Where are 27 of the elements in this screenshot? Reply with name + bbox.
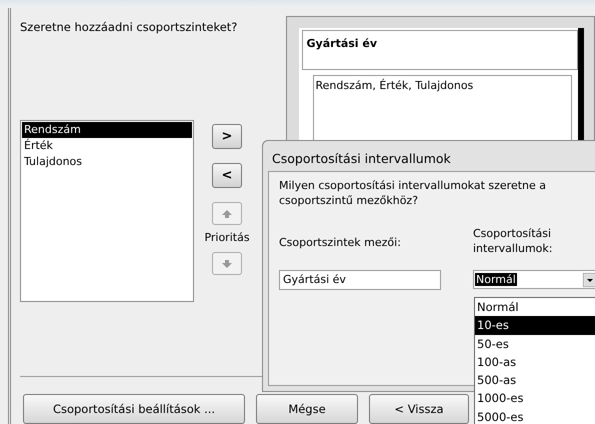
move-button[interactable]: < <box>212 163 242 188</box>
down-arrow-icon <box>222 260 232 268</box>
move-down-button[interactable] <box>212 252 242 275</box>
priority-label: Prioritás <box>204 231 250 244</box>
move-button[interactable]: > <box>212 124 242 149</box>
column-label: Csoportosítási intervallumok: <box>473 226 554 257</box>
move-up-button[interactable] <box>212 202 242 225</box>
dropdown-option[interactable]: 500-as <box>475 371 595 390</box>
column-label: Csoportszintek mezői: <box>279 236 402 251</box>
caret-icon <box>583 272 595 286</box>
wizard-button[interactable]: < Vissza <box>369 394 469 424</box>
dropdown-option[interactable]: Normál <box>475 298 595 316</box>
wizard-button[interactable]: Mégse <box>256 394 358 424</box>
field-list-item[interactable]: Érték <box>22 138 192 154</box>
question-text: Szeretne hozzáadni csoportszinteket? <box>20 20 238 34</box>
dropdown-option[interactable]: 5000-es <box>475 408 595 424</box>
up-arrow-icon <box>222 210 232 218</box>
dropdown-option[interactable]: 50-es <box>475 334 595 353</box>
group-header: Gyártási év <box>302 30 578 70</box>
dropdown-option[interactable]: 1000-es <box>475 389 595 408</box>
dropdown-option[interactable]: 100-as <box>475 352 595 372</box>
field-name-field[interactable]: Gyártási év <box>279 270 441 290</box>
field-list-item[interactable]: Tulajdonos <box>22 154 192 170</box>
interval-dropdown[interactable]: Normál <box>473 270 595 289</box>
wizard-button[interactable]: Csoportosítási beállítások ... <box>23 394 245 424</box>
field-list-item[interactable]: Rendszám <box>22 122 192 138</box>
dropdown-option[interactable]: 10-es <box>475 316 595 335</box>
